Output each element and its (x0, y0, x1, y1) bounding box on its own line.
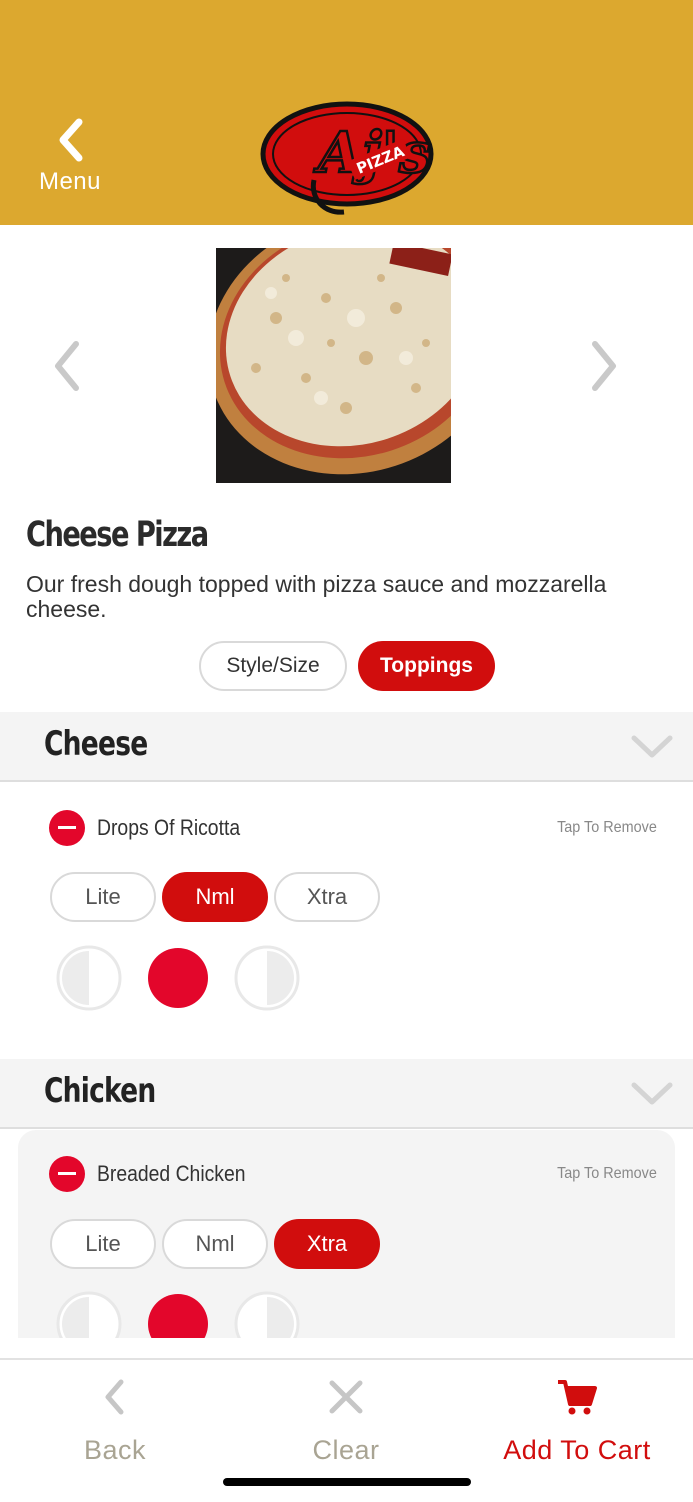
close-icon (329, 1380, 363, 1414)
topping-name: Breaded Chicken (97, 1161, 246, 1186)
right-half-coverage-icon[interactable] (234, 1291, 300, 1338)
item-title: Cheese Pizza (26, 515, 209, 555)
amount-lite-button[interactable]: Lite (50, 872, 156, 922)
amount-lite-button[interactable]: Lite (50, 1219, 156, 1269)
chevron-left-icon (105, 1379, 124, 1415)
amount-normal-button[interactable]: Nml (162, 1219, 268, 1269)
chevron-right-icon (592, 341, 616, 391)
topping-name: Drops Of Ricotta (97, 815, 241, 840)
carousel-next-button[interactable] (583, 338, 623, 394)
tab-style-size[interactable]: Style/Size (199, 641, 347, 691)
tab-toppings[interactable]: Toppings (358, 641, 495, 691)
item-description: Our fresh dough topped with pizza sauce … (26, 571, 607, 622)
clear-label: Clear (312, 1435, 380, 1465)
topping-card-drops-of-ricotta: Drops Of Ricotta Tap To Remove Lite Nml … (18, 782, 675, 1058)
chevron-down-icon (631, 1082, 673, 1105)
section-header-cheese[interactable]: Cheese (0, 712, 693, 782)
add-to-cart-label: Add To Cart (503, 1435, 651, 1465)
shopping-cart-icon (558, 1380, 597, 1415)
ajs-pizza-logo: Aj's PIZZA (260, 101, 434, 215)
chevron-down-icon (631, 735, 673, 758)
topping-card-breaded-chicken: Breaded Chicken Tap To Remove Lite Nml X… (18, 1130, 675, 1338)
left-half-coverage-icon[interactable] (56, 945, 122, 1011)
amount-normal-button[interactable]: Nml (162, 872, 268, 922)
menu-back-button[interactable]: Menu (30, 118, 110, 208)
remove-topping-icon[interactable] (49, 1156, 85, 1192)
chevron-left-icon (55, 341, 79, 391)
back-label: Back (83, 1435, 147, 1465)
home-indicator (223, 1478, 471, 1486)
left-half-coverage-icon[interactable] (56, 1291, 122, 1338)
whole-coverage-icon[interactable] (145, 1291, 211, 1338)
add-to-cart-button[interactable]: Add To Cart (477, 1378, 677, 1466)
product-image-carousel (0, 248, 693, 484)
product-photo (216, 248, 451, 483)
app-header: Menu Aj's PIZZA (0, 0, 693, 225)
amount-extra-button[interactable]: Xtra (274, 1219, 380, 1269)
carousel-prev-button[interactable] (48, 338, 88, 394)
section-header-chicken[interactable]: Chicken (0, 1059, 693, 1129)
section-title: Chicken (44, 1071, 156, 1111)
tap-to-remove-link[interactable]: Tap To Remove (557, 1165, 657, 1183)
menu-back-label: Menu (38, 168, 102, 195)
tap-to-remove-link[interactable]: Tap To Remove (557, 819, 657, 837)
right-half-coverage-icon[interactable] (234, 945, 300, 1011)
remove-topping-icon[interactable] (49, 810, 85, 846)
chevron-left-icon (59, 118, 83, 162)
whole-coverage-icon[interactable] (145, 945, 211, 1011)
clear-button[interactable]: Clear (246, 1378, 446, 1466)
section-title: Cheese (44, 724, 148, 764)
back-button[interactable]: Back (15, 1378, 215, 1466)
amount-extra-button[interactable]: Xtra (274, 872, 380, 922)
